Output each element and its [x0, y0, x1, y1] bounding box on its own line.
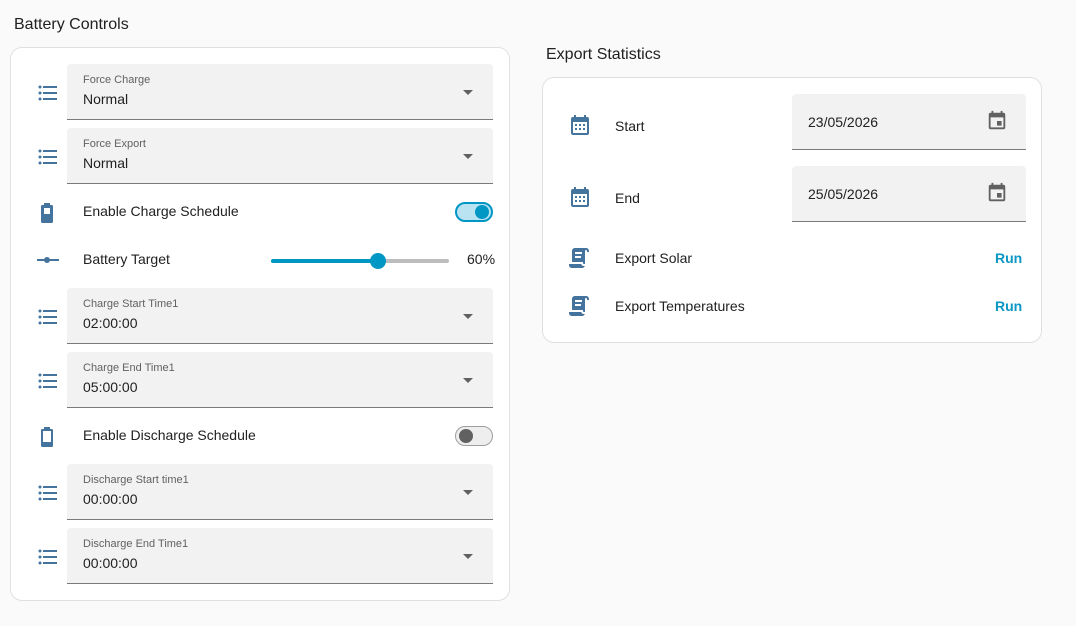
force-charge-value: Normal [83, 91, 129, 107]
end-date-field[interactable]: 25/05/2026 [792, 166, 1026, 222]
discharge-end-time-label: Discharge End Time1 [83, 538, 189, 550]
start-label: Start [615, 118, 645, 134]
end-date-value: 25/05/2026 [808, 186, 879, 202]
charge-start-time-label: Charge Start Time1 [83, 298, 179, 310]
enable-discharge-schedule-toggle[interactable] [455, 426, 493, 446]
enable-charge-schedule-toggle[interactable] [455, 202, 493, 222]
chevron-down-icon [463, 490, 473, 495]
start-date-field[interactable]: 23/05/2026 [792, 94, 1026, 150]
discharge-end-time-value: 00:00:00 [83, 555, 138, 571]
chevron-down-icon [463, 154, 473, 159]
slider-fill [271, 259, 378, 263]
discharge-end-time-select[interactable]: Discharge End Time1 00:00:00 [67, 528, 493, 584]
format-list-icon [36, 145, 60, 169]
battery-target-value: 60% [467, 251, 496, 267]
script-icon [567, 294, 591, 318]
battery-controls-card: Force Charge Normal Force Export Normal … [10, 47, 510, 601]
format-list-icon [36, 305, 60, 329]
force-charge-label: Force Charge [83, 74, 151, 86]
force-export-value: Normal [83, 155, 129, 171]
enable-discharge-schedule-label: Enable Discharge Schedule [83, 427, 256, 443]
battery-controls-title: Battery Controls [14, 16, 129, 33]
battery-icon [35, 201, 59, 225]
discharge-start-time-value: 00:00:00 [83, 491, 138, 507]
export-temperatures-label: Export Temperatures [615, 298, 745, 314]
force-export-label: Force Export [83, 138, 146, 150]
export-solar-run-button[interactable]: Run [995, 250, 1022, 266]
export-temperatures-run-button[interactable]: Run [995, 298, 1022, 314]
format-list-icon [36, 81, 60, 105]
charge-end-time-label: Charge End Time1 [83, 362, 175, 374]
end-label: End [615, 190, 640, 206]
calendar-icon [568, 114, 592, 138]
charge-end-time-value: 05:00:00 [83, 379, 138, 395]
discharge-start-time-label: Discharge Start time1 [83, 474, 189, 486]
chevron-down-icon [463, 314, 473, 319]
charge-start-time-select[interactable]: Charge Start Time1 02:00:00 [67, 288, 493, 344]
calendar-icon [568, 186, 592, 210]
slider-icon [36, 248, 60, 272]
toggle-knob [459, 429, 473, 443]
export-statistics-title: Export Statistics [546, 46, 661, 63]
chevron-down-icon [463, 378, 473, 383]
discharge-start-time-select[interactable]: Discharge Start time1 00:00:00 [67, 464, 493, 520]
charge-end-time-select[interactable]: Charge End Time1 05:00:00 [67, 352, 493, 408]
calendar-picker-icon[interactable] [986, 110, 1008, 137]
slider-thumb[interactable] [369, 253, 386, 269]
force-export-select[interactable]: Force Export Normal [67, 128, 493, 184]
toggle-knob [475, 205, 489, 219]
export-solar-label: Export Solar [615, 250, 693, 266]
chevron-down-icon [463, 90, 473, 95]
force-charge-select[interactable]: Force Charge Normal [67, 64, 493, 120]
format-list-icon [36, 481, 60, 505]
format-list-icon [36, 545, 60, 569]
battery-low-icon [35, 425, 59, 449]
format-list-icon [36, 369, 60, 393]
battery-target-slider[interactable] [271, 253, 449, 269]
battery-target-label: Battery Target [83, 251, 170, 267]
start-date-value: 23/05/2026 [808, 114, 879, 130]
charge-start-time-value: 02:00:00 [83, 315, 138, 331]
enable-charge-schedule-label: Enable Charge Schedule [83, 203, 239, 219]
chevron-down-icon [463, 554, 473, 559]
calendar-picker-icon[interactable] [986, 182, 1008, 209]
script-icon [567, 246, 591, 270]
export-statistics-card: Start 23/05/2026 End 25/05/2026 Export S… [542, 77, 1042, 343]
